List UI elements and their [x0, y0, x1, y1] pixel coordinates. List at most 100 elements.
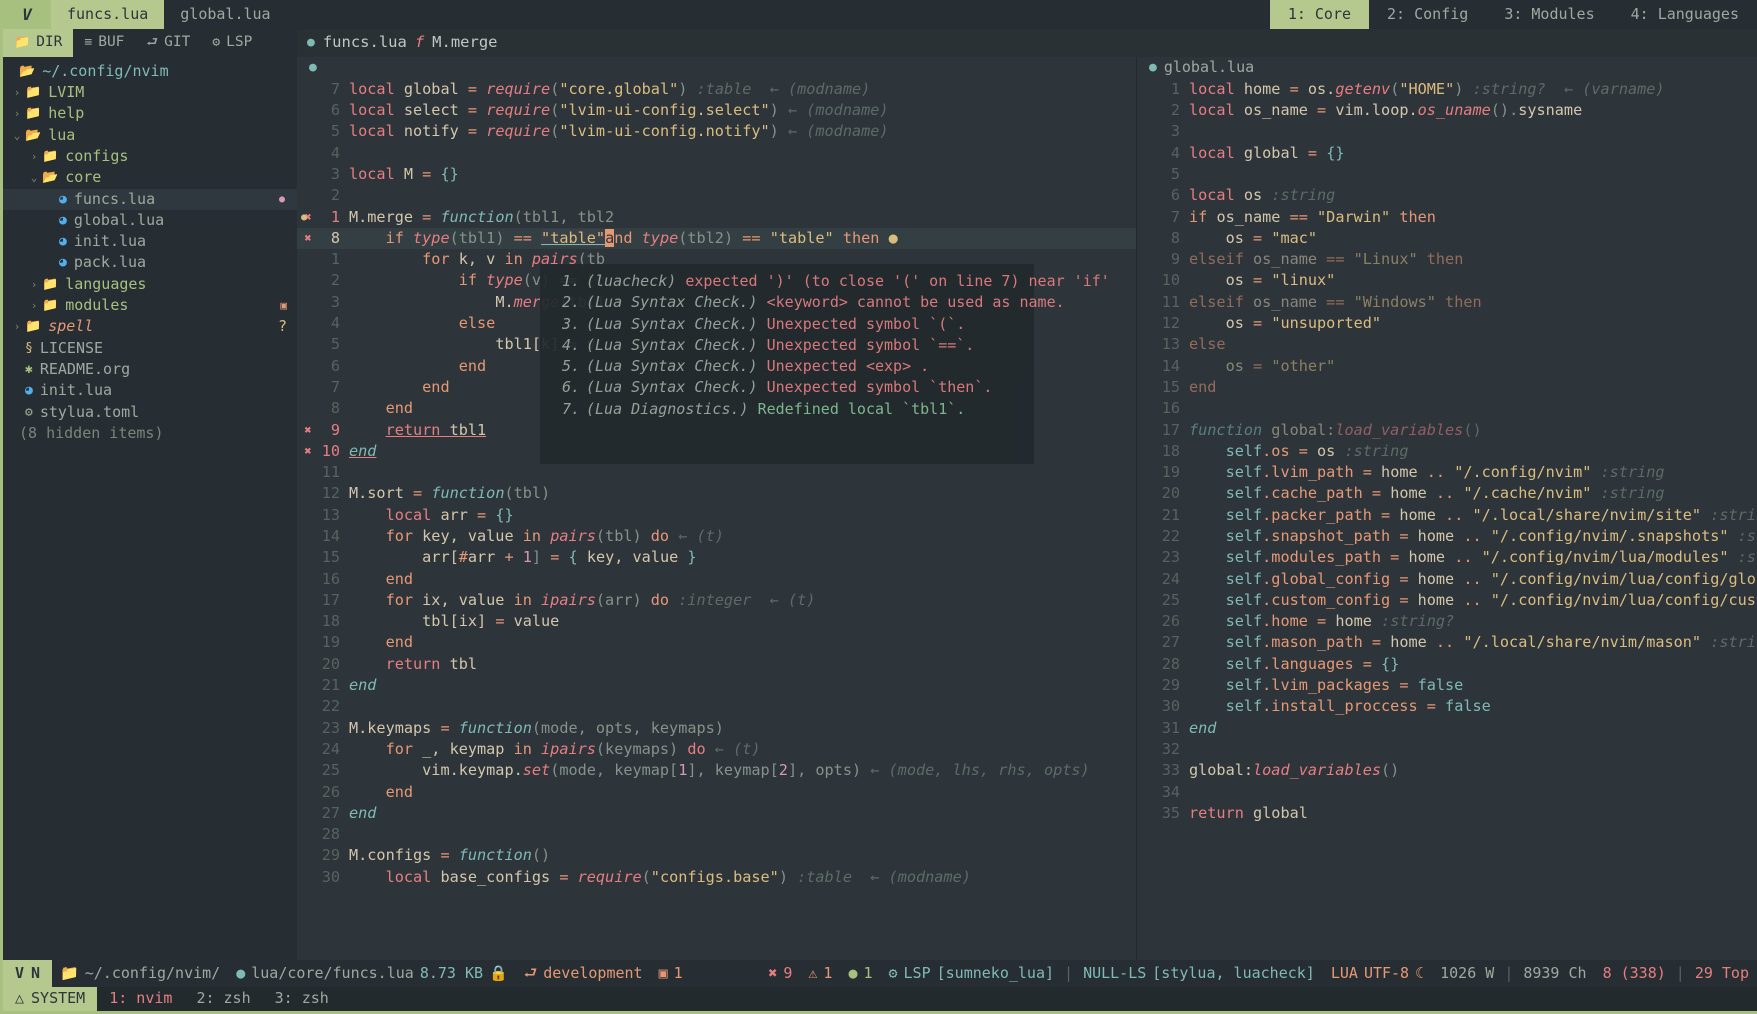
code-line[interactable]: 10 os = "linux": [1137, 271, 1757, 292]
breadcrumb-symbol[interactable]: M.merge: [432, 31, 497, 55]
code-line[interactable]: 23 self.modules_path = home .. "/.config…: [1137, 548, 1757, 569]
explorer-item-global-lua[interactable]: ◕ global.lua: [3, 210, 297, 231]
explorer-item-languages[interactable]: › 📁 languages: [3, 274, 297, 295]
explorer-item-core[interactable]: ⌄ 📂 core: [3, 167, 297, 188]
code-line[interactable]: 3 local M = {}: [297, 164, 1136, 185]
tabpage-modules[interactable]: 3: Modules: [1486, 0, 1612, 29]
code-line[interactable]: 31 end: [1137, 718, 1757, 739]
explorer-item-init-lua[interactable]: ◕ init.lua: [3, 380, 297, 401]
code-line[interactable]: 20 return tbl: [297, 654, 1136, 675]
code-line[interactable]: 19 self.lvim_path = home .. "/.config/nv…: [1137, 462, 1757, 483]
code-line[interactable]: 27 self.mason_path = home .. "/.local/sh…: [1137, 633, 1757, 654]
code-line[interactable]: 17 function global:load_variables(): [1137, 420, 1757, 441]
breadcrumb-file[interactable]: funcs.lua: [323, 31, 407, 55]
explorer-item-configs[interactable]: › 📁 configs: [3, 146, 297, 167]
code-line[interactable]: 30 local base_configs = require("configs…: [297, 867, 1136, 888]
code-line[interactable]: ● ✖ 1 M.merge = function(tbl1, tbl2: [297, 207, 1136, 228]
code-line[interactable]: 7 if os_name == "Darwin" then: [1137, 207, 1757, 228]
sidebar-tab-buf[interactable]: ≡ BUF: [73, 29, 135, 57]
diagnostic-hints[interactable]: ● 1: [840, 962, 880, 986]
code-line[interactable]: ✖ 8 if type(tbl1) == "table"and type(tbl2…: [297, 228, 1136, 250]
code-line[interactable]: 19 end: [297, 633, 1136, 654]
explorer-item-stylua-toml[interactable]: ⚙ stylua.toml: [3, 402, 297, 423]
code-line[interactable]: 1 local home = os.getenv("HOME") :string?…: [1137, 79, 1757, 100]
lsp-item[interactable]: ⚙ LSP [sumneko_lua] | NULL-LS [stylua, l…: [881, 962, 1323, 986]
code-line[interactable]: 8 os = "mac": [1137, 228, 1757, 249]
code-line[interactable]: 2 local os_name = vim.loop.os_uname().sys…: [1137, 100, 1757, 121]
diagnostics-popup[interactable]: 1. (luacheck) expected ')' (to close '(' …: [540, 264, 1110, 464]
git-changes-item[interactable]: ▣ 1: [651, 962, 691, 986]
editor-pane-left[interactable]: ● funcs.lua 7local global = require("cor…: [297, 57, 1137, 960]
code-line[interactable]: 29 self.lvim_packages = false: [1137, 675, 1757, 696]
code-line[interactable]: 32: [1137, 739, 1757, 760]
explorer-item-init-lua[interactable]: ◕ init.lua: [3, 231, 297, 252]
code-line[interactable]: 28: [297, 824, 1136, 845]
editor-right-filename[interactable]: global.lua: [1164, 57, 1254, 80]
code-line[interactable]: 14 for key, value in pairs(tbl) do ← (t): [297, 526, 1136, 547]
code-line[interactable]: 20 self.cache_path = home .. "/.cache/nv…: [1137, 484, 1757, 505]
code-line[interactable]: 18 tbl[ix] = value: [297, 611, 1136, 632]
code-line[interactable]: 22 self.snapshot_path = home .. "/.confi…: [1137, 526, 1757, 547]
code-line[interactable]: 30 self.install_proccess = false: [1137, 697, 1757, 718]
code-line[interactable]: 18 self.os = os :string: [1137, 441, 1757, 462]
code-line[interactable]: 6 local select = require("lvim-ui-config.…: [297, 100, 1136, 121]
code-line[interactable]: 12 os = "unsuported": [1137, 313, 1757, 334]
code-line[interactable]: 35 return global: [1137, 803, 1757, 824]
code-line[interactable]: 13 local arr = {}: [297, 505, 1136, 526]
tmux-window-zsh-3[interactable]: 3: zsh: [263, 987, 341, 1011]
code-line[interactable]: 21 self.packer_path = home .. "/.local/s…: [1137, 505, 1757, 526]
code-line[interactable]: 13 else: [1137, 335, 1757, 356]
code-line[interactable]: 23 M.keymaps = function(mode, opts, keyma…: [297, 718, 1136, 739]
diagnostic-errors[interactable]: ✖ 9: [760, 962, 800, 986]
buffer-tab-global[interactable]: global.lua: [164, 0, 286, 29]
code-line[interactable]: 21 end: [297, 675, 1136, 696]
tabpage-core[interactable]: 1: Core: [1269, 0, 1370, 29]
explorer-item-pack-lua[interactable]: ◕ pack.lua: [3, 253, 297, 274]
code-line[interactable]: 27 end: [297, 803, 1136, 824]
tabpage-languages[interactable]: 4: Languages: [1613, 0, 1757, 29]
code-line[interactable]: 22: [297, 697, 1136, 718]
code-line[interactable]: 4: [297, 143, 1136, 164]
code-line[interactable]: 24 self.global_config = home .. "/.confi…: [1137, 569, 1757, 590]
code-line[interactable]: 26 self.home = home :string?: [1137, 611, 1757, 632]
code-line[interactable]: 4 local global = {}: [1137, 143, 1757, 164]
sidebar-tab-git[interactable]: ⮐ GIT: [135, 29, 201, 57]
file-item[interactable]: ● lua/core/funcs.lua 8.73 KB 🔒: [228, 962, 516, 986]
code-line[interactable]: 16 end: [297, 569, 1136, 590]
explorer-item-help[interactable]: › 📁 help: [3, 104, 297, 125]
explorer-item-lua[interactable]: ⌄ 📂 lua: [3, 125, 297, 146]
code-line[interactable]: 12 M.sort = function(tbl): [297, 484, 1136, 505]
code-line[interactable]: 14 os = "other": [1137, 356, 1757, 377]
code-line[interactable]: 33 global:load_variables(): [1137, 761, 1757, 782]
code-line[interactable]: 3: [1137, 122, 1757, 143]
diagnostic-warnings[interactable]: ⚠ 1: [800, 962, 840, 986]
code-line[interactable]: 15 end: [1137, 377, 1757, 398]
code-line[interactable]: 34: [1137, 782, 1757, 803]
tmux-window-zsh-2[interactable]: 2: zsh: [184, 987, 262, 1011]
code-line[interactable]: 15 arr[#arr + 1] = { key, value }: [297, 548, 1136, 569]
code-line[interactable]: 5 local notify = require("lvim-ui-config.…: [297, 122, 1136, 143]
file-explorer[interactable]: 📂 ~/.config/nvim › 📁 LVIM › 📁 help ⌄ 📂 lua › 📁 conf…: [3, 57, 297, 960]
code-line[interactable]: 6 local os :string: [1137, 185, 1757, 206]
code-line[interactable]: 16: [1137, 398, 1757, 419]
explorer-item-modules[interactable]: › 📁 modules ▣: [3, 295, 297, 316]
cwd-item[interactable]: 📁 ~/.config/nvim/: [52, 962, 228, 986]
code-line[interactable]: 25 self.custom_config = home .. "/.confi…: [1137, 590, 1757, 611]
code-line[interactable]: 25 vim.keymap.set(mode, keymap[1], keyma…: [297, 761, 1136, 782]
code-line[interactable]: 11: [297, 462, 1136, 483]
explorer-item-README-org[interactable]: ✱ README.org: [3, 359, 297, 380]
explorer-item-spell[interactable]: › 📁 spell?: [3, 317, 297, 338]
code-line[interactable]: 17 for ix, value in ipairs(arr) do :inte…: [297, 590, 1136, 611]
code-line[interactable]: 7 local global = require("core.global") :…: [297, 79, 1136, 100]
git-branch-item[interactable]: ⮐ development: [516, 962, 651, 986]
code-line[interactable]: 24 for _, keymap in ipairs(keymaps) do ←…: [297, 739, 1136, 760]
code-line[interactable]: 2: [297, 185, 1136, 206]
explorer-item-LVIM[interactable]: › 📁 LVIM: [3, 82, 297, 103]
filetype-item[interactable]: LUA UTF-8 ☾: [1323, 962, 1432, 986]
editor-pane-right[interactable]: ● global.lua 1 local home = os.getenv("HO…: [1137, 57, 1757, 960]
code-line[interactable]: 5: [1137, 164, 1757, 185]
sidebar-tab-dir[interactable]: 📁 DIR: [3, 29, 74, 57]
code-line[interactable]: 29 M.configs = function(): [297, 846, 1136, 867]
editor-right-lines[interactable]: 1 local home = os.getenv("HOME") :string?…: [1137, 79, 1757, 824]
code-line[interactable]: 9 elseif os_name == "Linux" then: [1137, 249, 1757, 270]
